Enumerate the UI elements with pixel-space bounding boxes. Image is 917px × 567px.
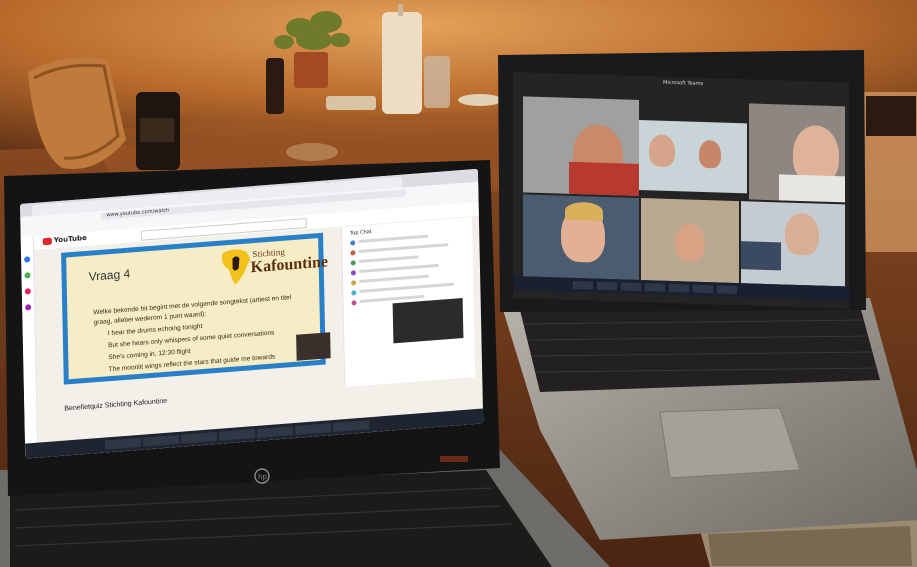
- taskbar-app[interactable]: [693, 284, 713, 294]
- participant-tile[interactable]: [749, 103, 845, 203]
- glass-bottle: [424, 56, 450, 108]
- sidebar-icon[interactable]: [24, 288, 31, 295]
- sidebar-icon[interactable]: [25, 304, 32, 311]
- youtube-play-icon[interactable]: [42, 237, 52, 246]
- participant-tile[interactable]: [523, 96, 639, 196]
- question-heading: Vraag 4: [88, 266, 131, 284]
- participant-tile[interactable]: [639, 119, 747, 194]
- taskbar-app[interactable]: [257, 426, 294, 438]
- right-laptop-screen: Microsoft Teams: [513, 72, 849, 309]
- quiz-slide: Stichting Kafountine Vraag 4 Welke beken…: [66, 238, 331, 380]
- webcam-inset: [296, 332, 331, 361]
- video-title: Benefietquiz Stichting Kafountine: [64, 397, 168, 413]
- taskbar-app[interactable]: [621, 282, 641, 292]
- chat-header[interactable]: Top Chat: [350, 229, 372, 237]
- taskbar-app[interactable]: [597, 281, 617, 291]
- taskbar-app[interactable]: [333, 420, 370, 432]
- taskbar-app[interactable]: [295, 423, 332, 435]
- slide-line: She's coming in, 12:30 flight: [108, 347, 191, 362]
- youtube-logo-text[interactable]: YouTube: [54, 234, 87, 245]
- participant-tile[interactable]: [641, 198, 739, 284]
- sidebar-icon[interactable]: [24, 256, 31, 263]
- participant-tile[interactable]: [741, 201, 845, 287]
- right-laptop-keyboard: [520, 306, 880, 392]
- taskbar-app[interactable]: [645, 283, 665, 292]
- taskbar-app[interactable]: [717, 285, 737, 295]
- taskbar-app[interactable]: [573, 280, 593, 290]
- africa-map-icon: [222, 249, 251, 285]
- svg-text:hp: hp: [258, 473, 267, 481]
- taskbar-app[interactable]: [143, 434, 180, 447]
- participant-tile[interactable]: [523, 194, 639, 280]
- taskbar-app[interactable]: [219, 428, 256, 441]
- taskbar-app[interactable]: [669, 283, 689, 293]
- plant-pot: [294, 52, 328, 88]
- paper-towel-roll: [382, 12, 422, 114]
- left-laptop-screen: www.youtube.com/watch YouTube Stichting …: [20, 168, 484, 459]
- video-player[interactable]: Stichting Kafountine Vraag 4 Welke beken…: [61, 232, 331, 385]
- right-laptop-touchpad: [659, 407, 801, 479]
- taskbar-app[interactable]: [105, 437, 142, 450]
- app-title: Microsoft Teams: [663, 79, 704, 87]
- mini-player[interactable]: [392, 298, 464, 344]
- sidebar-icon[interactable]: [24, 272, 31, 279]
- taskbar-app[interactable]: [181, 431, 218, 444]
